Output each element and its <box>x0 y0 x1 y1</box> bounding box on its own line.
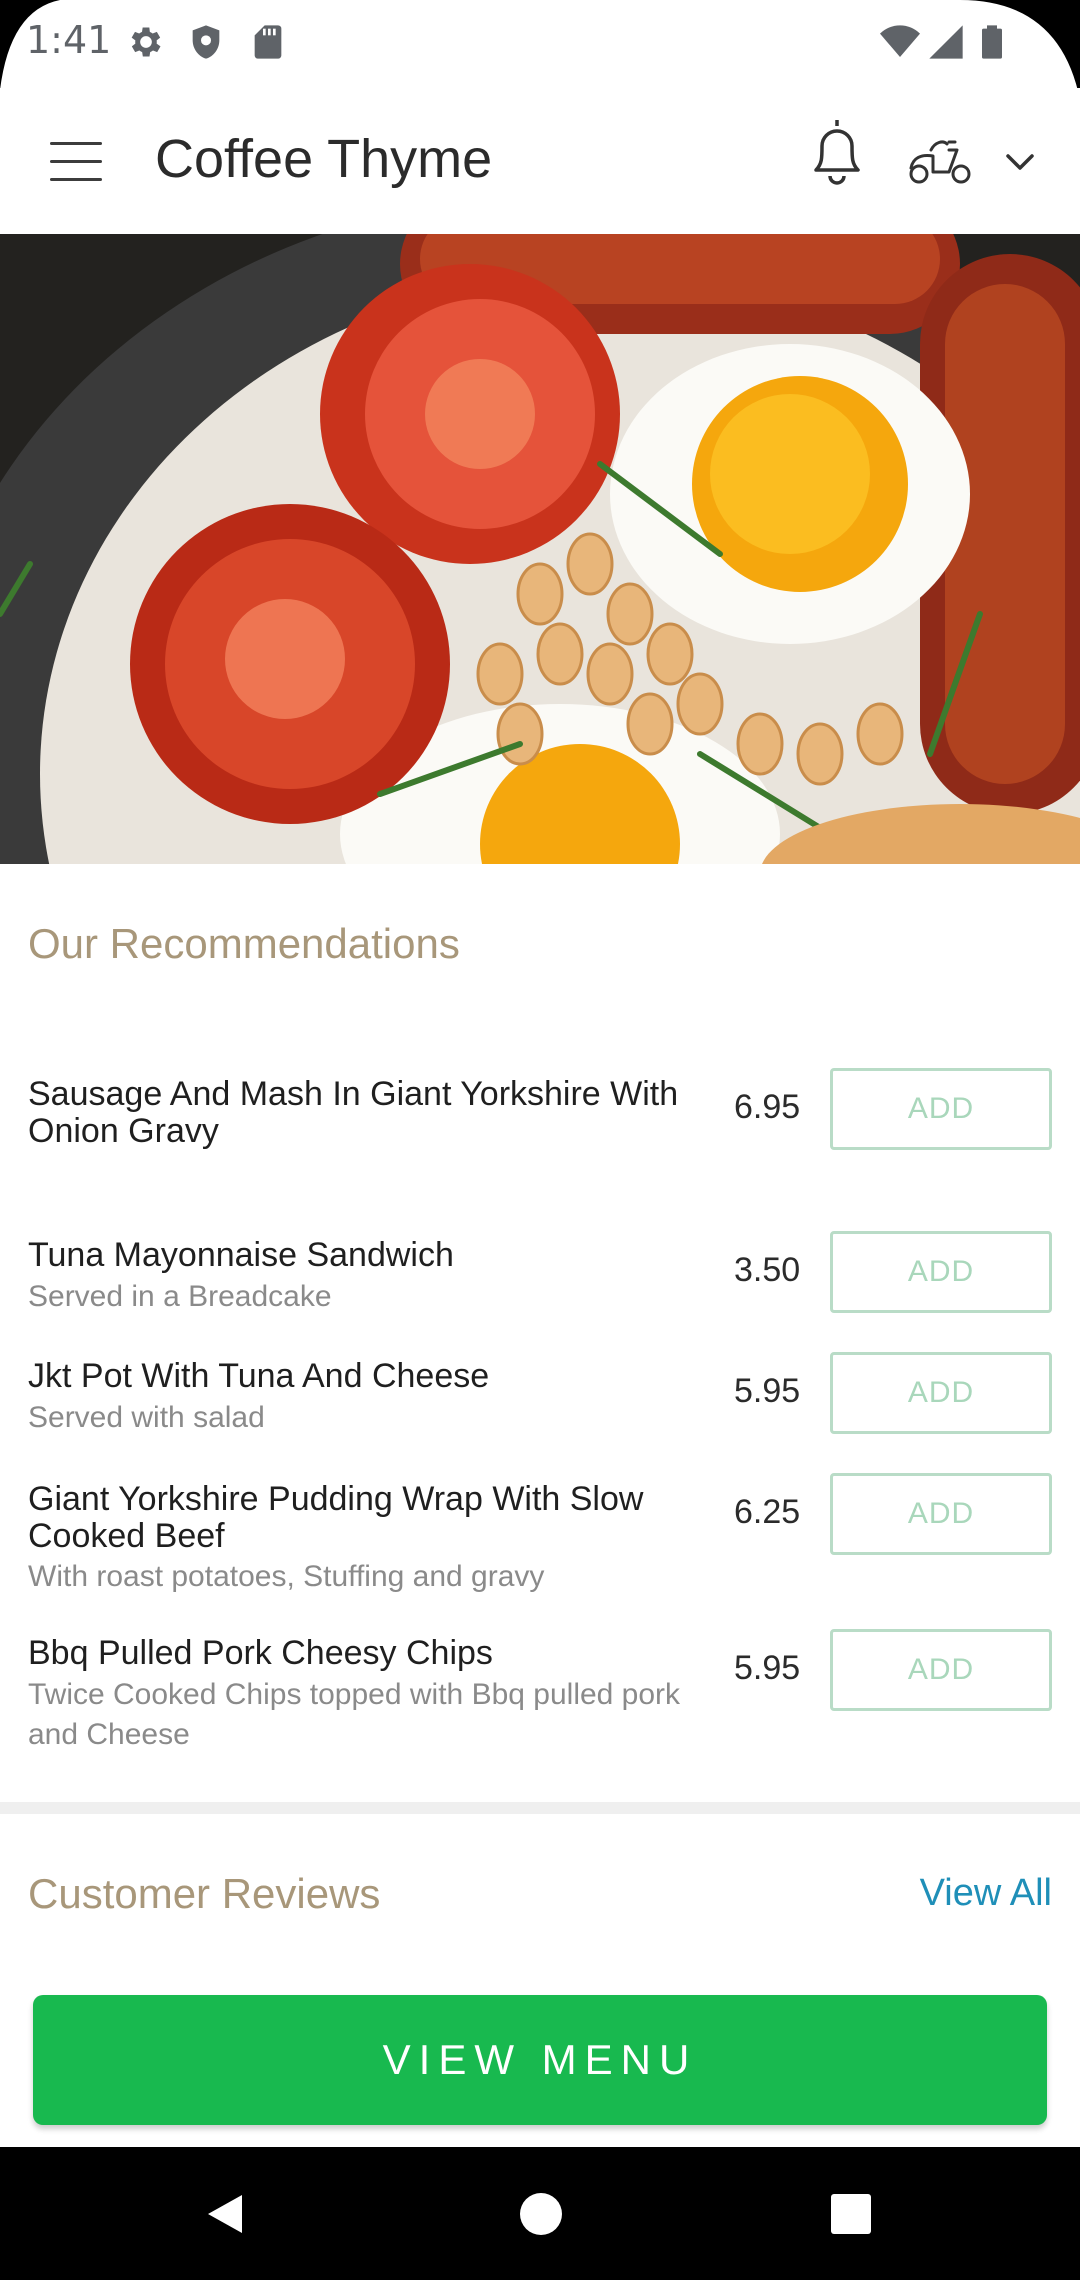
item-description: Served with salad <box>28 1401 265 1434</box>
item-name: Bbq Pulled Pork Cheesy Chips <box>28 1634 493 1672</box>
item-name: Jkt Pot With Tuna And Cheese <box>28 1357 490 1395</box>
item-description: Twice Cooked Chips topped with Bbq pulle… <box>28 1678 681 1751</box>
item-price: 5.95 <box>734 1372 801 1410</box>
app-screen: 1:41 Coffee Thyme Our Recommendations Sa… <box>0 0 1080 2147</box>
view-menu-button[interactable]: VIEW MENU <box>33 1995 1047 2125</box>
view-all-link[interactable]: View All <box>920 1872 1052 1915</box>
item-name: Giant Yorkshire Pudding Wrap With Slow C… <box>28 1480 644 1555</box>
chevron-down-icon[interactable] <box>998 144 1042 180</box>
hero-food-image <box>0 234 1080 864</box>
screen-corner-left <box>0 0 60 90</box>
wifi-icon <box>880 25 920 57</box>
app-bar: Coffee Thyme <box>0 88 1080 234</box>
home-icon[interactable] <box>516 2189 566 2239</box>
add-button[interactable]: ADD <box>830 1068 1052 1150</box>
add-button[interactable]: ADD <box>830 1352 1052 1434</box>
item-description: With roast potatoes, Stuffing and gravy <box>28 1560 545 1593</box>
item-name: Sausage And Mash In Giant Yorkshire With… <box>28 1075 679 1150</box>
app-title: Coffee Thyme <box>155 129 493 189</box>
hamburger-menu-icon[interactable] <box>36 128 116 194</box>
gear-icon <box>131 27 161 57</box>
recents-icon[interactable] <box>826 2189 876 2239</box>
back-icon[interactable] <box>200 2189 250 2239</box>
add-button[interactable]: ADD <box>830 1473 1052 1555</box>
item-description: Served in a Breadcake <box>28 1280 332 1313</box>
sd-card-icon <box>254 25 282 59</box>
add-button[interactable]: ADD <box>830 1629 1052 1711</box>
item-price: 6.25 <box>734 1493 801 1531</box>
item-price: 5.95 <box>734 1649 801 1687</box>
shield-icon <box>192 25 220 59</box>
item-name: Tuna Mayonnaise Sandwich <box>28 1236 454 1274</box>
system-nav-bar <box>0 2147 1080 2280</box>
screen-corner <box>960 0 1080 100</box>
status-bar: 1:41 <box>0 0 1080 100</box>
bell-icon[interactable] <box>800 112 874 192</box>
item-price: 3.50 <box>734 1251 801 1289</box>
recommendations-title: Our Recommendations <box>28 920 460 967</box>
reviews-title: Customer Reviews <box>28 1870 381 1917</box>
item-price: 6.95 <box>734 1088 801 1126</box>
scooter-icon[interactable] <box>905 130 975 190</box>
section-divider <box>0 1802 1080 1814</box>
add-button[interactable]: ADD <box>830 1231 1052 1313</box>
